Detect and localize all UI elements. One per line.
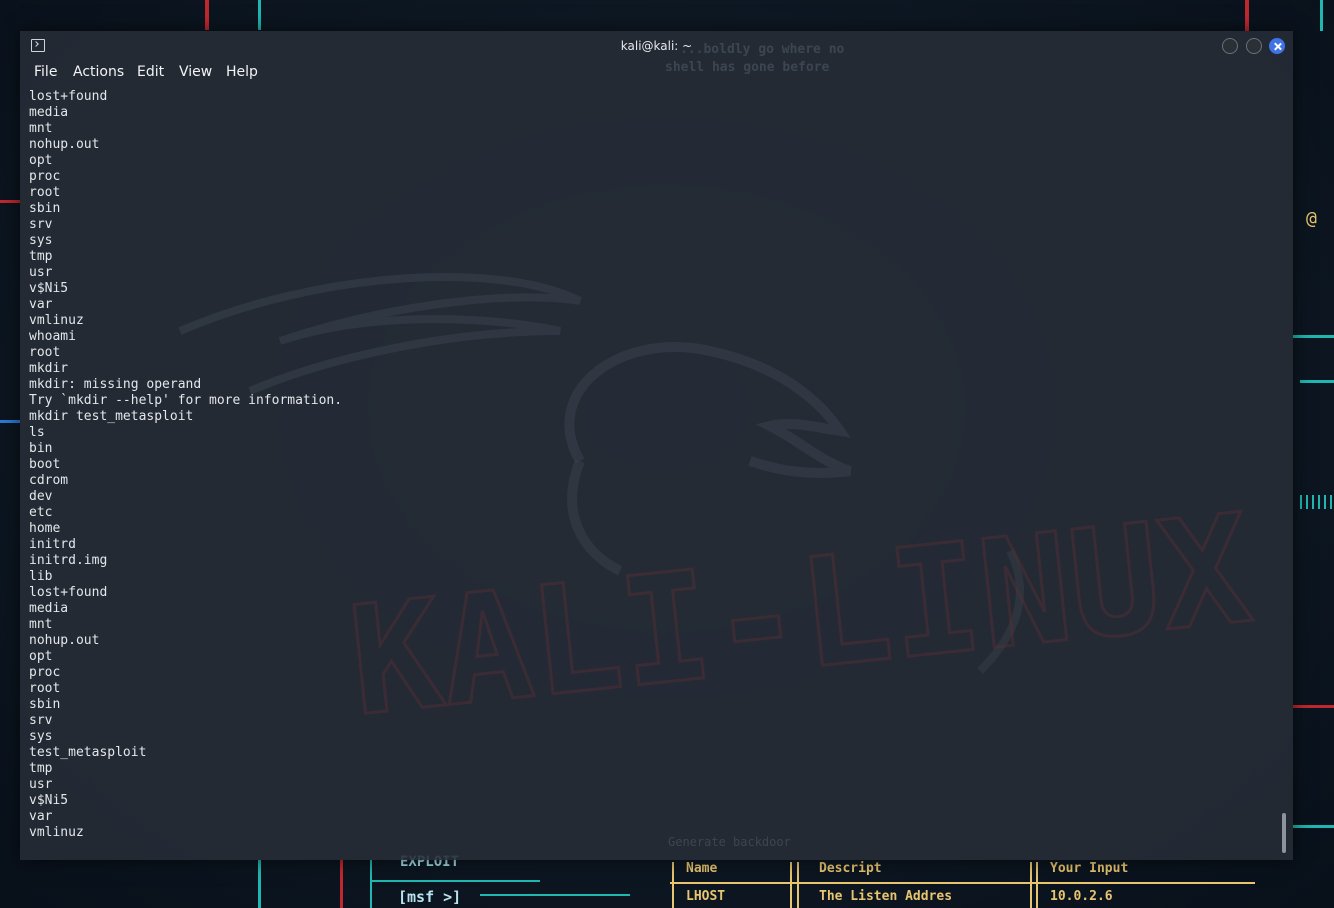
terminal-line: proc (29, 169, 61, 184)
terminal-line: usr (29, 777, 53, 792)
wallpaper-at-symbol: @ (1306, 208, 1317, 229)
terminal-line: sbin (29, 201, 61, 216)
wallpaper-line (370, 860, 372, 908)
terminal-line: tmp (29, 249, 53, 264)
terminal-line: vmlinuz (29, 313, 84, 328)
terminal-line: etc (29, 505, 53, 520)
terminal-line: var (29, 809, 53, 824)
terminal-line: ls (29, 425, 45, 440)
terminal-window[interactable]: KALI-LINUX ...boldly go where no shell h… (20, 31, 1293, 860)
terminal-line: media (29, 105, 69, 120)
terminal-line: mkdir: missing operand (29, 377, 202, 392)
terminal-line: srv (29, 217, 53, 232)
wallpaper-line (1245, 0, 1249, 31)
terminal-line: v$Ni5 (29, 281, 69, 296)
wallpaper-line (670, 882, 1255, 884)
wallpaper-line (258, 860, 261, 908)
terminal-line: cdrom (29, 473, 69, 488)
wallpaper-line (370, 880, 540, 882)
wallpaper-table-cell-lhost: LHOST (686, 889, 726, 904)
terminal-line: sbin (29, 697, 61, 712)
terminal-line: dev (29, 489, 53, 504)
terminal-line: media (29, 601, 69, 616)
terminal-line: root (29, 185, 61, 200)
terminal-line: srv (29, 713, 53, 728)
terminal-line: whoami (29, 329, 76, 344)
terminal-line: var (29, 297, 53, 312)
terminal-line: lib (29, 569, 53, 584)
terminal-line: v$Ni5 (29, 793, 69, 808)
terminal-line: root (29, 345, 61, 360)
wallpaper-generate-label: Generate backdoor (668, 835, 791, 849)
terminal-line: initrd.img (29, 553, 108, 568)
wallpaper-line (1300, 495, 1334, 509)
terminal-line: lost+found (29, 89, 108, 104)
wallpaper-line (1293, 335, 1334, 338)
wallpaper-line (480, 894, 630, 896)
terminal-line: nohup.out (29, 633, 100, 648)
terminal-line: initrd (29, 537, 76, 552)
wallpaper-msf-prompt: [msf >] (398, 888, 462, 906)
wallpaper-line (797, 862, 799, 908)
title-bar[interactable]: kali@kali: ~ (20, 31, 1293, 61)
wallpaper-line (0, 420, 20, 423)
terminal-line: home (29, 521, 61, 536)
wallpaper-line (258, 0, 261, 30)
menu-help[interactable]: Help (226, 64, 258, 80)
wallpaper-line (1300, 380, 1334, 383)
terminal-line: nohup.out (29, 137, 100, 152)
wallpaper-line (1320, 0, 1323, 31)
terminal-line: mnt (29, 617, 53, 632)
wallpaper-line (672, 862, 674, 908)
menu-view[interactable]: View (179, 64, 212, 80)
wallpaper-table-cell-input: 10.0.2.6 (1050, 889, 1113, 904)
terminal-line: test_metasploit (29, 745, 147, 760)
terminal-line: Try `mkdir --help' for more information. (29, 393, 343, 408)
wallpaper-line (1293, 825, 1334, 828)
terminal-line: sys (29, 729, 53, 744)
terminal-line: root (29, 681, 61, 696)
menu-bar: File Actions Edit View Help (20, 61, 1293, 85)
wallpaper-line (205, 0, 209, 30)
terminal-line: tmp (29, 761, 53, 776)
terminal-line: boot (29, 457, 61, 472)
terminal-line: proc (29, 665, 61, 680)
menu-file[interactable]: File (34, 64, 57, 80)
wallpaper-table-header-descript: Descript (819, 861, 882, 876)
wallpaper-line (1030, 862, 1032, 908)
scrollbar-thumb[interactable] (1282, 813, 1286, 853)
wallpaper-logo-text: KALI-LINUX (343, 483, 1259, 750)
terminal-line: opt (29, 649, 53, 664)
terminal-line: opt (29, 153, 53, 168)
wallpaper-table-cell-descript: The Listen Addres (819, 889, 953, 904)
terminal-line: lost+found (29, 585, 108, 600)
terminal-line: mkdir (29, 361, 69, 376)
wallpaper-line (0, 200, 20, 203)
menu-actions[interactable]: Actions (73, 64, 124, 80)
window-title: kali@kali: ~ (620, 39, 693, 53)
wallpaper-table-header-input: Your Input (1050, 861, 1129, 876)
terminal-line: mnt (29, 121, 53, 136)
wallpaper-line (1036, 862, 1038, 908)
wallpaper-table-header-name: Name (686, 861, 718, 876)
maximize-button[interactable] (1246, 38, 1262, 54)
wallpaper-line (340, 860, 343, 908)
menu-edit[interactable]: Edit (137, 64, 164, 80)
terminal-line: bin (29, 441, 53, 456)
wallpaper-line (1293, 705, 1334, 708)
terminal-line: usr (29, 265, 53, 280)
terminal-line: mkdir test_metasploit (29, 409, 194, 424)
terminal-line: vmlinuz (29, 825, 84, 840)
wallpaper-line (790, 862, 792, 908)
terminal-output[interactable]: lost+found media mnt nohup.out opt proc root sb… (29, 89, 342, 841)
close-button[interactable] (1269, 38, 1285, 54)
terminal-line: sys (29, 233, 53, 248)
minimize-button[interactable] (1222, 38, 1238, 54)
